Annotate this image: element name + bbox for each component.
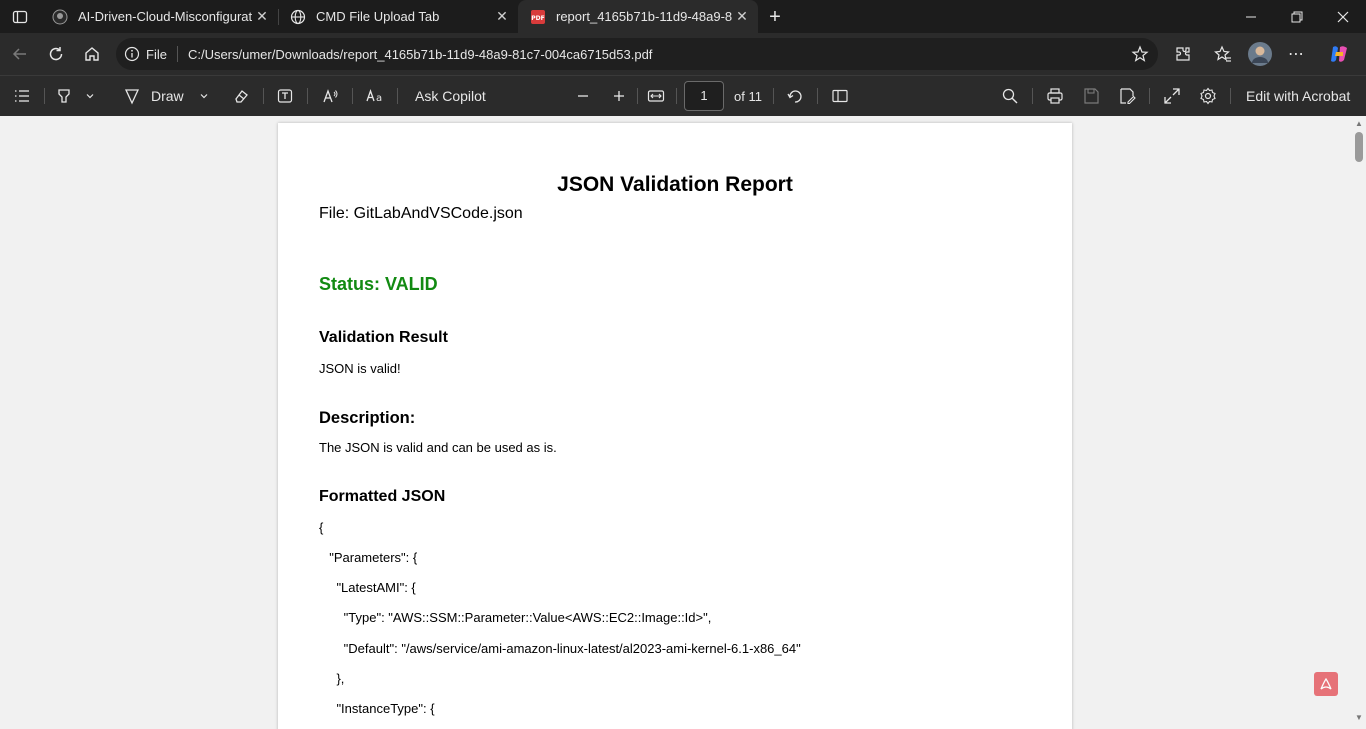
description-heading: Description: xyxy=(319,409,416,427)
toolbar-divider xyxy=(1149,88,1150,104)
settings-gear-icon[interactable] xyxy=(1196,84,1220,108)
svg-text:PDF: PDF xyxy=(531,15,544,22)
home-icon[interactable] xyxy=(78,40,106,68)
divider xyxy=(176,46,178,62)
toolbar-divider xyxy=(1032,88,1033,104)
toolbar-divider xyxy=(817,88,818,104)
toolbar-divider xyxy=(44,88,45,104)
status-line: Status: VALID xyxy=(319,274,438,294)
close-tab-icon[interactable]: ✕ xyxy=(252,7,272,27)
zoom-in-icon[interactable] xyxy=(607,84,631,108)
erase-icon[interactable] xyxy=(229,84,253,108)
toolbar-divider xyxy=(263,88,264,104)
chevron-down-icon[interactable] xyxy=(196,84,212,108)
json-line: "Type": "AWS::SSM::Parameter::Value<AWS:… xyxy=(322,610,712,625)
validation-text: JSON is valid! xyxy=(319,361,401,376)
save-icon[interactable] xyxy=(1079,84,1103,108)
info-icon[interactable] xyxy=(124,46,140,62)
new-tab-icon[interactable]: + xyxy=(763,5,787,29)
scrollbar-thumb[interactable] xyxy=(1355,132,1363,162)
close-tab-icon[interactable]: ✕ xyxy=(492,7,512,27)
restore-icon[interactable] xyxy=(1274,0,1320,33)
vertical-scrollbar[interactable]: ▲ ▼ xyxy=(1352,116,1366,729)
tab-title: AI-Driven-Cloud-Misconfiguration xyxy=(78,9,252,24)
avatar[interactable] xyxy=(1246,40,1274,68)
acrobat-icon[interactable] xyxy=(1314,672,1338,696)
toolbar-divider xyxy=(352,88,353,104)
refresh-icon[interactable] xyxy=(42,40,70,68)
back-icon[interactable] xyxy=(6,40,34,68)
scroll-up-icon[interactable]: ▲ xyxy=(1354,119,1364,129)
read-aloud-icon[interactable] xyxy=(318,84,342,108)
fullscreen-icon[interactable] xyxy=(1160,84,1184,108)
document-title: JSON Validation Report xyxy=(557,173,793,196)
edit-with-acrobat-button[interactable]: Edit with Acrobat xyxy=(1246,84,1350,108)
save-as-icon[interactable] xyxy=(1115,84,1139,108)
minimize-icon[interactable] xyxy=(1228,0,1274,33)
extensions-icon[interactable] xyxy=(1169,40,1197,68)
json-line: "LatestAMI": { xyxy=(322,580,416,595)
search-icon[interactable] xyxy=(998,84,1022,108)
url-text[interactable]: C:/Users/umer/Downloads/report_4165b71b-… xyxy=(188,47,652,62)
validation-heading: Validation Result xyxy=(319,329,448,346)
draw-icon[interactable] xyxy=(120,84,144,108)
toolbar-divider xyxy=(307,88,308,104)
toolbar-divider xyxy=(1230,88,1231,104)
tab-cmd-upload[interactable]: CMD File Upload Tab ✕ xyxy=(278,0,518,33)
favorites-icon[interactable] xyxy=(1209,40,1237,68)
zoom-out-icon[interactable] xyxy=(571,84,595,108)
pdf-icon: PDF xyxy=(530,9,546,25)
json-line: "Parameters": { xyxy=(322,550,418,565)
close-tab-icon[interactable]: ✕ xyxy=(732,7,752,27)
tab-title: CMD File Upload Tab xyxy=(316,9,440,24)
print-icon[interactable] xyxy=(1043,84,1067,108)
globe-icon xyxy=(290,9,306,25)
json-line: "InstanceType": { xyxy=(322,701,435,716)
pdf-viewer[interactable]: JSON Validation Report File: GitLabAndVS… xyxy=(0,116,1366,729)
json-line: "Default": "/aws/service/ami-amazon-linu… xyxy=(322,641,801,656)
formatted-json-heading: Formatted JSON xyxy=(319,488,446,505)
page-view-icon[interactable] xyxy=(828,84,852,108)
toolbar-divider xyxy=(397,88,398,104)
page-total-label: of 11 xyxy=(734,88,762,104)
page-number-input[interactable]: 1 xyxy=(684,81,724,111)
more-options-icon[interactable]: ⋯ xyxy=(1282,40,1310,68)
json-line: { xyxy=(319,520,324,535)
address-bar[interactable]: File C:/Users/umer/Downloads/report_4165… xyxy=(116,38,1158,70)
translate-icon[interactable]: a xyxy=(363,84,387,108)
fit-width-icon[interactable] xyxy=(644,84,668,108)
pdf-toolbar: Draw a Ask Copilot 1 of 11 Edit with Acr… xyxy=(0,75,1366,116)
github-icon xyxy=(52,9,68,25)
address-bar-row: File C:/Users/umer/Downloads/report_4165… xyxy=(0,33,1366,75)
copilot-icon[interactable] xyxy=(1325,40,1353,68)
favorite-star-icon[interactable] xyxy=(1130,44,1150,64)
description-text: The JSON is valid and can be used as is. xyxy=(319,440,557,455)
highlight-icon[interactable] xyxy=(52,84,76,108)
chevron-down-icon[interactable] xyxy=(82,84,98,108)
toolbar-divider xyxy=(637,88,638,104)
rotate-icon[interactable] xyxy=(783,84,807,108)
draw-button[interactable]: Draw xyxy=(151,84,184,108)
text-box-icon[interactable] xyxy=(273,84,297,108)
json-line: }, xyxy=(322,671,345,686)
contents-icon[interactable] xyxy=(10,84,34,108)
tab-github[interactable]: AI-Driven-Cloud-Misconfiguration ✕ xyxy=(40,0,279,33)
tab-pdf-report[interactable]: PDF report_4165b71b-11d9-48a9-81c7 ✕ xyxy=(518,0,758,33)
toolbar-divider xyxy=(773,88,774,104)
file-name-line: File: GitLabAndVSCode.json xyxy=(319,205,523,222)
tab-strip: AI-Driven-Cloud-Misconfiguration ✕ CMD F… xyxy=(0,0,1366,33)
tab-actions-icon[interactable] xyxy=(8,5,32,29)
url-scheme-label: File xyxy=(146,46,167,62)
close-window-icon[interactable] xyxy=(1320,0,1366,33)
toolbar-divider xyxy=(676,88,677,104)
svg-text:a: a xyxy=(376,93,382,104)
tab-title: report_4165b71b-11d9-48a9-81c7 xyxy=(556,9,732,24)
scroll-down-icon[interactable]: ▼ xyxy=(1354,713,1364,723)
ask-copilot-button[interactable]: Ask Copilot xyxy=(415,84,486,108)
pdf-page: JSON Validation Report File: GitLabAndVS… xyxy=(278,123,1072,729)
